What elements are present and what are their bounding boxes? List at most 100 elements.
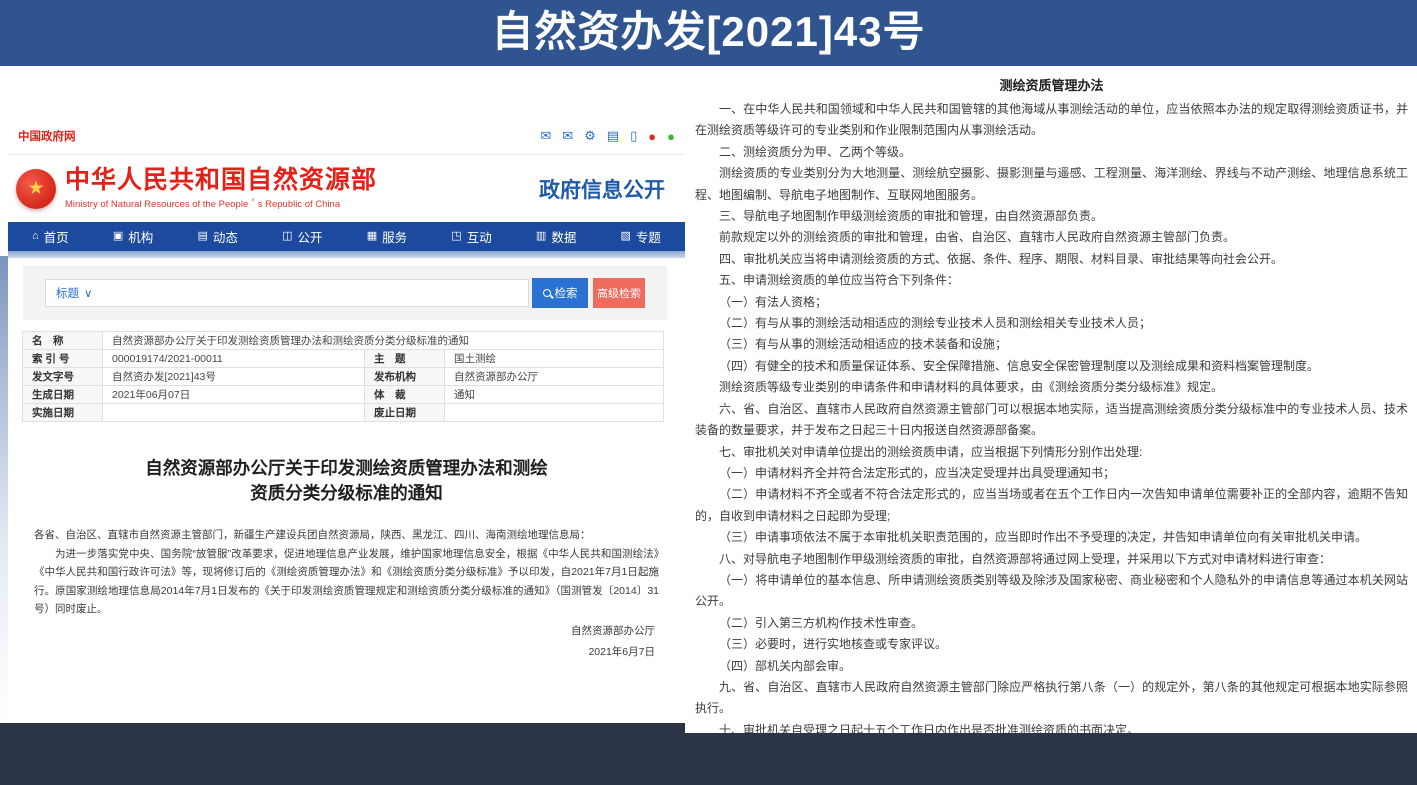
notice-title: 自然资源部办公厅关于印发测绘资质管理办法和测绘 资质分类分级标准的通知 bbox=[34, 456, 659, 506]
emblem-star-icon: ★ bbox=[27, 177, 44, 200]
nav-item-interact[interactable]: ◳ 互动 bbox=[451, 227, 491, 246]
meta-label: 生成日期 bbox=[23, 386, 103, 404]
law-paragraph: 二、测绘资质分为甲、乙两个等级。 bbox=[695, 142, 1408, 163]
law-paragraph: 七、审批机关对申请单位提出的测绘资质申请，应当根据下列情形分别作出处理: bbox=[695, 442, 1408, 463]
nav-item-org[interactable]: ▣ 机构 bbox=[113, 227, 153, 246]
wechat-icon[interactable]: ● bbox=[667, 129, 675, 144]
site-topbar: 中国政府网 ✉ ✉ ⚙ ▤ ▯ ● ● bbox=[8, 128, 685, 155]
search-field-select[interactable]: 标题 ∨ bbox=[46, 285, 102, 301]
table-row: 生成日期 2021年06月07日 体 裁 通知 bbox=[23, 386, 664, 404]
law-paragraph: （三）必要时，进行实地核查或专家评议。 bbox=[695, 634, 1408, 655]
meta-value: 000019174/2021-00011 bbox=[103, 350, 365, 368]
meta-label: 发文字号 bbox=[23, 368, 103, 386]
meta-label: 名 称 bbox=[23, 332, 103, 350]
idcard-icon[interactable]: ▤ bbox=[607, 128, 619, 144]
site-navbar: ⌂首页 ▣ 机构 ▤ 动态 ◫ 公开 ▦ 服务 ◳ 互动 ▥数据 ▧ 专题 bbox=[8, 222, 685, 251]
notice-date: 2021年6月7日 bbox=[34, 643, 659, 662]
law-paragraph: 八、对导航电子地图制作甲级测绘资质的审批，自然资源部将通过网上受理，并采用以下方… bbox=[695, 549, 1408, 570]
law-paragraph: （四）部机关内部会审。 bbox=[695, 656, 1408, 677]
meta-value: 自然资源部办公厅 bbox=[445, 368, 664, 386]
advanced-search-button[interactable]: 高级检索 bbox=[593, 278, 645, 308]
law-paragraph: （二）申请材料不齐全或者不符合法定形式的，应当当场或者在五个工作日内一次告知申请… bbox=[695, 484, 1408, 527]
law-paragraph: 三、导航电子地图制作甲级测绘资质的审批和管理，由自然资源部负责。 bbox=[695, 206, 1408, 227]
notice-paragraph: 为进一步落实党中央、国务院“放管服”改革要求，促进地理信息产业发展，维护国家地理… bbox=[34, 545, 659, 619]
nav-item-disclosure[interactable]: ◫ 公开 bbox=[282, 227, 322, 246]
meta-value: 自然资源部办公厅关于印发测绘资质管理办法和测绘资质分类分级标准的通知 bbox=[103, 332, 664, 350]
nav-item-news[interactable]: ▤ 动态 bbox=[197, 227, 237, 246]
topics-icon: ▧ bbox=[621, 231, 631, 242]
document-meta-table: 名 称 自然资源部办公厅关于印发测绘资质管理办法和测绘资质分类分级标准的通知 索… bbox=[22, 331, 664, 422]
ministry-title-block: 中华人民共和国自然资源部 Ministry of Natural Resourc… bbox=[65, 167, 377, 210]
subscribe-mail-icon[interactable]: ✉ bbox=[562, 128, 573, 144]
nav-item-data[interactable]: ▥数据 bbox=[536, 227, 576, 246]
govnet-link[interactable]: 中国政府网 bbox=[18, 128, 76, 144]
search-button[interactable]: 检索 bbox=[532, 278, 588, 308]
meta-label: 体 裁 bbox=[365, 386, 445, 404]
nav-label: 机构 bbox=[128, 227, 153, 246]
nav-item-service[interactable]: ▦ 服务 bbox=[367, 227, 407, 246]
ministry-website: 中国政府网 ✉ ✉ ⚙ ▤ ▯ ● ● ★ 中华人民共和国自然资源部 Minis… bbox=[8, 66, 685, 723]
notice-paragraph: 各省、自治区、直辖市自然资源主管部门，新疆生产建设兵团自然资源局，陕西、黑龙江、… bbox=[34, 526, 659, 545]
law-paragraph: 前款规定以外的测绘资质的审批和管理，由省、自治区、直辖市人民政府自然资源主管部门… bbox=[695, 227, 1408, 248]
notice-title-line2: 资质分类分级标准的通知 bbox=[34, 481, 659, 506]
meta-value: 国土测绘 bbox=[445, 350, 664, 368]
org-icon: ▣ bbox=[113, 231, 123, 242]
news-icon: ▤ bbox=[197, 231, 207, 242]
search-input[interactable]: 标题 ∨ bbox=[45, 279, 529, 307]
meta-value: 2021年06月07日 bbox=[103, 386, 365, 404]
site-header: ★ 中华人民共和国自然资源部 Ministry of Natural Resou… bbox=[8, 155, 685, 222]
law-paragraph: （二）有与从事的测绘活动相适应的测绘专业技术人员和测绘相关专业技术人员； bbox=[695, 313, 1408, 334]
law-paragraph: （一）有法人资格； bbox=[695, 292, 1408, 313]
table-row: 名 称 自然资源部办公厅关于印发测绘资质管理办法和测绘资质分类分级标准的通知 bbox=[23, 332, 664, 350]
mail-icon[interactable]: ✉ bbox=[540, 128, 551, 144]
table-row: 发文字号 自然资办发[2021]43号 发布机构 自然资源部办公厅 bbox=[23, 368, 664, 386]
nav-label: 数据 bbox=[551, 227, 576, 246]
search-button-label: 检索 bbox=[555, 285, 578, 301]
mobile-icon[interactable]: ▯ bbox=[630, 128, 637, 144]
nav-item-home[interactable]: ⌂首页 bbox=[32, 227, 69, 246]
law-paragraph: 一、在中华人民共和国领域和中华人民共和国管辖的其他海域从事测绘活动的单位，应当依… bbox=[695, 99, 1408, 142]
nav-label: 首页 bbox=[44, 227, 69, 246]
table-row: 实施日期 废止日期 bbox=[23, 404, 664, 422]
navbar-shadow bbox=[8, 251, 685, 258]
meta-value bbox=[445, 404, 664, 422]
service-icon: ▦ bbox=[367, 231, 377, 242]
meta-label: 索 引 号 bbox=[23, 350, 103, 368]
meta-value bbox=[103, 404, 365, 422]
accessibility-icon[interactable]: ⚙ bbox=[584, 128, 596, 144]
interact-icon: ◳ bbox=[451, 231, 461, 242]
meta-label: 发布机构 bbox=[365, 368, 445, 386]
topbar-icons: ✉ ✉ ⚙ ▤ ▯ ● ● bbox=[540, 128, 675, 144]
nav-item-topics[interactable]: ▧ 专题 bbox=[621, 227, 661, 246]
disclosure-icon: ◫ bbox=[282, 231, 292, 242]
weibo-icon[interactable]: ● bbox=[648, 129, 656, 144]
law-paragraph: （四）有健全的技术和质量保证体系、安全保障措施、信息安全保密管理制度以及测绘成果… bbox=[695, 356, 1408, 377]
law-paragraph: （二）引入第三方机构作技术性审查。 bbox=[695, 613, 1408, 634]
nav-label: 公开 bbox=[297, 227, 322, 246]
law-panel: 测绘资质管理办法 一、在中华人民共和国领域和中华人民共和国管辖的其他海域从事测绘… bbox=[685, 66, 1417, 733]
law-paragraph: 测绘资质的专业类别分为大地测量、测绘航空摄影、摄影测量与遥感、工程测量、海洋测绘… bbox=[695, 163, 1408, 206]
law-paragraph: 十、审批机关自受理之日起十五个工作日内作出是否批准测绘资质的书面决定。 bbox=[695, 720, 1408, 733]
meta-value: 自然资办发[2021]43号 bbox=[103, 368, 365, 386]
law-paragraphs: 一、在中华人民共和国领域和中华人民共和国管辖的其他海域从事测绘活动的单位，应当依… bbox=[695, 99, 1408, 733]
nav-label: 动态 bbox=[213, 227, 238, 246]
search-icon bbox=[543, 289, 551, 297]
meta-label: 主 题 bbox=[365, 350, 445, 368]
law-paragraph: （一）申请材料齐全并符合法定形式的，应当决定受理并出具受理通知书； bbox=[695, 463, 1408, 484]
ministry-name-cn: 中华人民共和国自然资源部 bbox=[65, 167, 377, 193]
law-paragraph: 六、省、自治区、直辖市人民政府自然资源主管部门可以根据本地实际，适当提高测绘资质… bbox=[695, 399, 1408, 442]
search-field-label: 标题 bbox=[56, 285, 79, 301]
nav-label: 专题 bbox=[636, 227, 661, 246]
nav-label: 互动 bbox=[467, 227, 492, 246]
notice-signer: 自然资源部办公厅 bbox=[34, 622, 659, 641]
law-paragraph: （三）申请事项依法不属于本审批机关职责范围的，应当即时作出不予受理的决定，并告知… bbox=[695, 527, 1408, 548]
table-row: 索 引 号 000019174/2021-00011 主 题 国土测绘 bbox=[23, 350, 664, 368]
nav-label: 服务 bbox=[382, 227, 407, 246]
law-paragraph: 九、省、自治区、直辖市人民政府自然资源主管部门除应严格执行第八条（一）的规定外，… bbox=[695, 677, 1408, 720]
chevron-down-icon: ∨ bbox=[84, 286, 92, 300]
law-paragraph: （一）将申请单位的基本信息、所申请测绘资质类别等级及除涉及国家秘密、商业秘密和个… bbox=[695, 570, 1408, 613]
notice-title-line1: 自然资源部办公厅关于印发测绘资质管理办法和测绘 bbox=[34, 456, 659, 481]
search-panel: 标题 ∨ 检索 高级检索 bbox=[23, 266, 667, 320]
meta-value: 通知 bbox=[445, 386, 664, 404]
gov-info-link[interactable]: 政府信息公开 bbox=[539, 174, 675, 204]
